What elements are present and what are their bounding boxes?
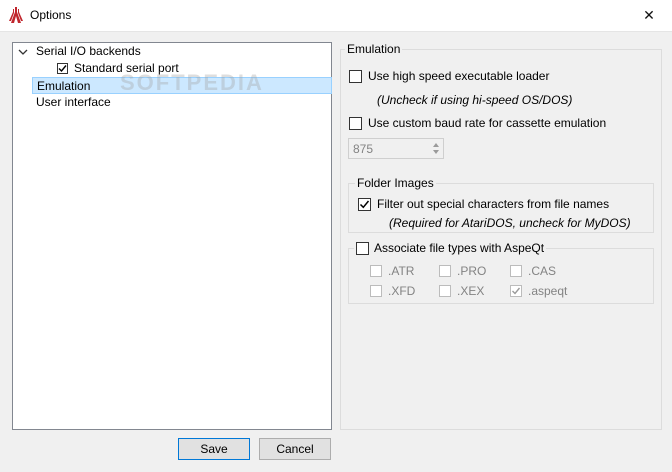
- tree-item-label: User interface: [36, 95, 111, 109]
- type-xfd-checkbox[interactable]: [370, 285, 382, 297]
- type-atr-label: .ATR: [388, 264, 415, 278]
- tree-item-user-interface[interactable]: User interface: [13, 94, 331, 111]
- standard-serial-checkbox[interactable]: [57, 63, 68, 74]
- associate-checkbox[interactable]: [356, 241, 369, 255]
- type-xex-label: .XEX: [457, 284, 485, 298]
- spin-arrows-icon[interactable]: [431, 140, 441, 157]
- checkmark-icon: [359, 200, 370, 209]
- checkmark-icon: [58, 65, 67, 73]
- type-aspeqt-checkbox[interactable]: [510, 285, 522, 297]
- emulation-group-title: Emulation: [345, 42, 403, 56]
- baud-rate-value: 875: [353, 142, 374, 156]
- filter-special-label: Filter out special characters from file …: [377, 197, 610, 211]
- tree-item-label: Serial I/O backends: [36, 44, 141, 58]
- filter-special-hint: (Required for AtariDOS, uncheck for MyDO…: [389, 216, 631, 230]
- folder-images-title: Folder Images: [355, 176, 436, 190]
- associate-title: Associate file types with AspeQt: [354, 241, 547, 255]
- title-bar: Options ✕: [0, 0, 672, 32]
- type-pro-checkbox[interactable]: [439, 265, 451, 277]
- watermark: SOFTPEDIA: [120, 70, 264, 95]
- options-tree[interactable]: Serial I/O backends Standard serial port…: [12, 42, 332, 430]
- save-button[interactable]: Save: [178, 438, 250, 460]
- type-cas-label: .CAS: [528, 264, 557, 278]
- type-xex-checkbox[interactable]: [439, 285, 451, 297]
- filter-special-checkbox[interactable]: [358, 198, 371, 211]
- app-icon: [9, 7, 23, 23]
- type-atr-checkbox[interactable]: [370, 265, 382, 277]
- type-xfd-label: .XFD: [388, 284, 416, 298]
- custom-baud-label: Use custom baud rate for cassette emulat…: [368, 116, 607, 130]
- high-speed-label: Use high speed executable loader: [368, 69, 550, 83]
- chevron-down-icon[interactable]: [18, 47, 28, 57]
- tree-item-label: Emulation: [37, 79, 91, 93]
- close-icon: ✕: [643, 7, 655, 23]
- cancel-button[interactable]: Cancel: [259, 438, 331, 460]
- window-title: Options: [30, 8, 72, 22]
- type-cas-checkbox[interactable]: [510, 265, 522, 277]
- high-speed-hint: (Uncheck if using hi-speed OS/DOS): [377, 93, 573, 107]
- high-speed-checkbox[interactable]: [349, 70, 362, 83]
- type-pro-label: .PRO: [457, 264, 487, 278]
- close-button[interactable]: ✕: [626, 0, 672, 31]
- type-aspeqt-label: .aspeqt: [528, 284, 568, 298]
- checkmark-icon: [512, 287, 521, 295]
- custom-baud-checkbox[interactable]: [349, 117, 362, 130]
- tree-item-serial-backends[interactable]: Serial I/O backends: [13, 43, 331, 60]
- associate-label: Associate file types with AspeQt: [374, 241, 545, 255]
- baud-rate-spinbox[interactable]: 875: [348, 138, 444, 159]
